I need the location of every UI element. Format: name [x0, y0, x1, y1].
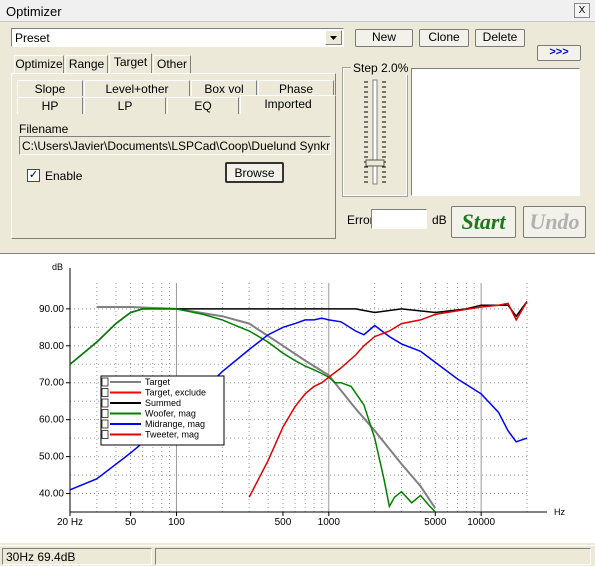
error-label: Error [347, 213, 374, 227]
x-tick-label: 500 [275, 517, 292, 528]
legend-label: Midrange, mag [145, 419, 205, 429]
undo-button[interactable]: Undo [523, 206, 586, 238]
window-title: Optimizer [6, 4, 62, 19]
new-button[interactable]: New [355, 29, 413, 47]
filename-label: Filename [19, 122, 69, 136]
preset-value: Preset [15, 31, 50, 45]
browse-button[interactable]: Browse [225, 162, 284, 183]
slider-thumb[interactable] [365, 159, 385, 167]
preset-dropdown[interactable]: Preset [11, 28, 344, 47]
y-tick-label: 70.00 [39, 378, 64, 389]
subtab-imported[interactable]: Imported [240, 95, 336, 114]
step-slider[interactable] [358, 76, 394, 188]
subtab-box-vol[interactable]: Box vol [191, 80, 257, 96]
delete-button[interactable]: Delete [475, 29, 525, 47]
x-tick-label: 50 [125, 517, 137, 528]
enable-label: Enable [45, 169, 83, 183]
tab-other[interactable]: Other [153, 55, 191, 73]
dropdown-arrow-button[interactable] [325, 30, 342, 45]
y-tick-label: 90.00 [39, 304, 64, 315]
legend-marker [101, 377, 109, 387]
y-tick-label: 80.00 [39, 341, 64, 352]
x-tick-label: 100 [168, 517, 185, 528]
enable-checkbox[interactable]: ✓ [27, 169, 40, 182]
clone-button[interactable]: Clone [419, 29, 469, 47]
x-tick-label: 10000 [467, 517, 495, 528]
filename-value: C:\Users\Javier\Documents\LSPCad\Coop\Du… [22, 139, 331, 153]
subtab-eq[interactable]: EQ [167, 97, 239, 114]
more-button[interactable]: >>> [537, 45, 581, 61]
tab-optimize[interactable]: Optimize [14, 55, 64, 73]
legend-label: Target [145, 377, 171, 387]
filename-field[interactable]: C:\Users\Javier\Documents\LSPCad\Coop\Du… [19, 136, 331, 155]
y-tick-label: 60.00 [39, 415, 64, 426]
legend-label: Target, exclude [145, 388, 206, 398]
status-panel: 30Hz 69.4dB [2, 548, 152, 565]
subtab-level-other[interactable]: Level+other [84, 80, 190, 96]
x-axis-label: Hz [554, 507, 565, 517]
x-tick-label: 5000 [424, 517, 447, 528]
y-axis-label: dB [52, 262, 63, 272]
error-field[interactable] [371, 209, 427, 229]
chevron-down-icon [330, 36, 337, 40]
step-label: Step 2.0% [351, 61, 411, 75]
y-tick-label: 40.00 [39, 489, 64, 500]
error-unit: dB [432, 213, 447, 227]
legend-marker [101, 398, 109, 408]
legend-marker [101, 409, 109, 418]
tab-range[interactable]: Range [65, 55, 108, 73]
frequency-response-chart[interactable]: 40.00 50.00 60.00 70.00 80.00 90.00 20 Hz 50 100… [0, 253, 595, 543]
legend-marker [101, 419, 109, 429]
result-list[interactable] [411, 68, 580, 196]
y-tick-label: 50.00 [39, 452, 64, 463]
subtab-phase[interactable]: Phase [258, 80, 334, 96]
subtab-slope[interactable]: Slope [17, 80, 83, 96]
status-panel-2 [155, 548, 591, 565]
slider-track [372, 79, 378, 185]
legend-marker [101, 430, 109, 439]
title-bar [0, 0, 595, 22]
close-button[interactable]: X [574, 3, 590, 18]
legend-label: Tweeter, mag [145, 430, 199, 440]
subtab-hp[interactable]: HP [17, 97, 83, 114]
x-tick-label: 1000 [318, 517, 341, 528]
status-bar: 30Hz 69.4dB [0, 545, 595, 566]
x-tick-label: 20 Hz [57, 517, 83, 528]
start-button[interactable]: Start [451, 206, 516, 238]
legend-label: Woofer, mag [145, 409, 196, 419]
legend-marker [101, 388, 109, 397]
legend-label: Summed [145, 398, 181, 408]
status-text: 30Hz 69.4dB [6, 550, 76, 564]
tab-target[interactable]: Target [109, 53, 152, 73]
subtab-lp[interactable]: LP [84, 97, 166, 114]
